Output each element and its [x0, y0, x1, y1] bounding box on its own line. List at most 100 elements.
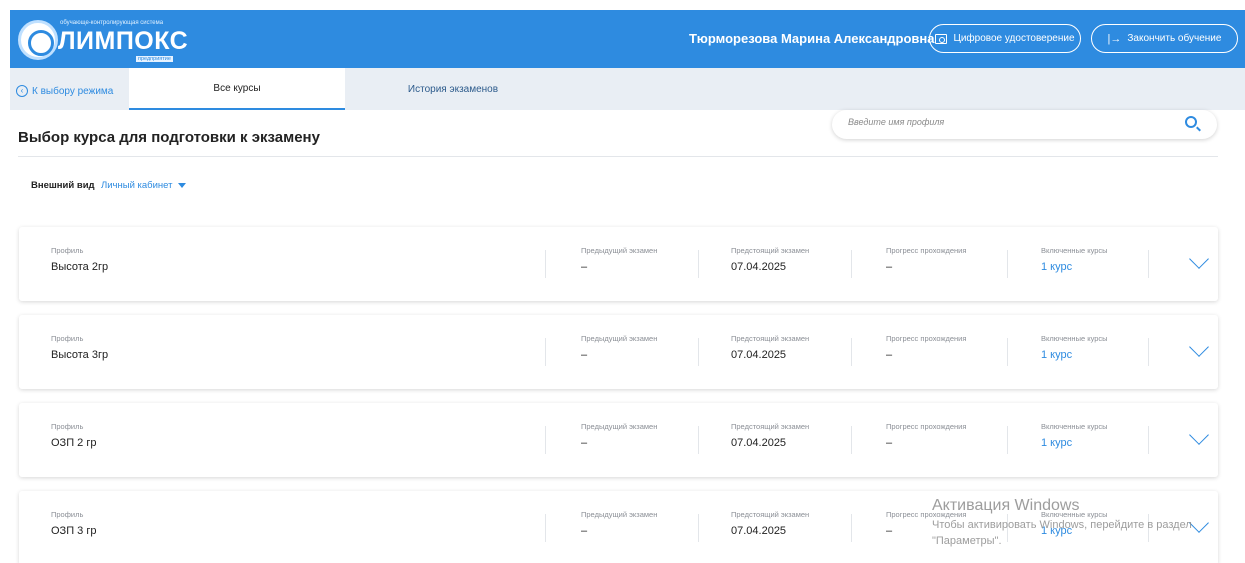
column-divider — [545, 426, 546, 454]
prev-exam-value: – — [581, 261, 588, 273]
courses-label: Включенные курсы — [1041, 334, 1108, 343]
progress-cell: Прогресс прохождения – — [886, 334, 966, 361]
courses-link[interactable]: 1 курс — [1041, 349, 1108, 361]
profile-label: Профиль — [51, 334, 84, 343]
prev-exam-cell: Предыдущий экзамен – — [581, 334, 657, 361]
progress-value: – — [886, 349, 893, 361]
watermark-text: Чтобы активировать Windows, перейдите в … — [932, 519, 1192, 547]
next-exam-cell: Предстоящий экзамен 07.04.2025 — [731, 510, 809, 537]
progress-value: – — [886, 437, 893, 449]
column-divider — [1148, 338, 1149, 366]
column-divider — [698, 250, 699, 278]
prev-exam-label: Предыдущий экзамен — [581, 422, 658, 431]
column-divider — [545, 338, 546, 366]
profile-name: ОЗП 2 гр — [51, 437, 97, 449]
view-label: Внешний вид — [31, 180, 95, 191]
next-exam-label: Предстоящий экзамен — [731, 246, 810, 255]
progress-cell: Прогресс прохождения – — [886, 246, 966, 273]
expand-chevron-icon[interactable] — [1189, 249, 1209, 269]
tab-all-courses[interactable]: Все курсы — [129, 68, 345, 110]
back-to-mode-label: К выбору режима — [32, 85, 114, 97]
profile-name: Высота 2гр — [51, 261, 109, 273]
prev-exam-cell: Предыдущий экзамен – — [581, 246, 657, 273]
next-exam-label: Предстоящий экзамен — [731, 510, 810, 519]
search-icon[interactable] — [1185, 116, 1197, 128]
column-divider — [1007, 426, 1008, 454]
column-divider — [1148, 426, 1149, 454]
column-divider — [698, 338, 699, 366]
progress-label: Прогресс прохождения — [886, 246, 967, 255]
profile-label: Профиль — [51, 422, 84, 431]
profile-name: ОЗП 3 гр — [51, 525, 97, 537]
prev-exam-label: Предыдущий экзамен — [581, 510, 658, 519]
logo-sub: предприятие — [136, 56, 173, 62]
certificate-icon — [935, 33, 948, 44]
column-divider — [698, 426, 699, 454]
page-title: Выбор курса для подготовки к экзамену — [18, 129, 320, 146]
next-exam-value: 07.04.2025 — [731, 525, 787, 537]
digital-certificate-label: Цифровое удостоверение — [953, 33, 1075, 44]
courses-cell: Включенные курсы 1 курс — [1041, 422, 1108, 449]
prev-exam-value: – — [581, 525, 588, 537]
profile-label: Профиль — [51, 510, 84, 519]
column-divider — [851, 426, 852, 454]
windows-activation-watermark: Активация Windows Чтобы активировать Win… — [932, 497, 1222, 549]
column-divider — [851, 514, 852, 542]
column-divider — [1007, 250, 1008, 278]
expand-chevron-icon[interactable] — [1189, 337, 1209, 357]
finish-training-button[interactable]: |→ Закончить обучение — [1091, 24, 1238, 53]
profile-name: Высота 3гр — [51, 349, 109, 361]
courses-cell: Включенные курсы 1 курс — [1041, 246, 1108, 273]
app-logo[interactable]: обучающе-контролирующая система ЛИМПОКС … — [18, 14, 188, 64]
next-exam-value: 07.04.2025 — [731, 437, 787, 449]
next-exam-cell: Предстоящий экзамен 07.04.2025 — [731, 246, 809, 273]
prev-exam-cell: Предыдущий экзамен – — [581, 510, 657, 537]
courses-label: Включенные курсы — [1041, 422, 1108, 431]
next-exam-cell: Предстоящий экзамен 07.04.2025 — [731, 334, 809, 361]
profile-cell: Профиль Высота 3гр — [51, 334, 108, 361]
exit-arrow-icon: |→ — [1107, 32, 1122, 45]
logo-text: ЛИМПОКС — [58, 27, 189, 55]
next-exam-label: Предстоящий экзамен — [731, 334, 810, 343]
courses-link[interactable]: 1 курс — [1041, 261, 1108, 273]
expand-chevron-icon[interactable] — [1189, 425, 1209, 445]
next-exam-cell: Предстоящий экзамен 07.04.2025 — [731, 422, 809, 449]
prev-exam-value: – — [581, 349, 588, 361]
progress-cell: Прогресс прохождения – — [886, 422, 966, 449]
back-to-mode-link[interactable]: ‹ К выбору режима — [16, 85, 113, 97]
column-divider — [545, 250, 546, 278]
progress-label: Прогресс прохождения — [886, 422, 967, 431]
digital-certificate-button[interactable]: Цифровое удостоверение — [929, 24, 1081, 53]
watermark-title: Активация Windows — [932, 497, 1080, 514]
courses-link[interactable]: 1 курс — [1041, 437, 1108, 449]
column-divider — [1007, 338, 1008, 366]
progress-label: Прогресс прохождения — [886, 334, 967, 343]
app-header: обучающе-контролирующая система ЛИМПОКС … — [10, 10, 1245, 68]
progress-value: – — [886, 261, 893, 273]
search-input[interactable] — [848, 117, 1148, 127]
column-divider — [851, 338, 852, 366]
profile-card[interactable]: Профиль Высота 3гр Предыдущий экзамен – … — [19, 315, 1218, 389]
profile-cell: Профиль ОЗП 3 гр — [51, 510, 96, 537]
next-exam-label: Предстоящий экзамен — [731, 422, 810, 431]
column-divider — [851, 250, 852, 278]
profile-card[interactable]: Профиль ОЗП 2 гр Предыдущий экзамен – Пр… — [19, 403, 1218, 477]
next-exam-value: 07.04.2025 — [731, 349, 787, 361]
user-name: Тюрморезова Марина Александровна — [689, 31, 935, 46]
profile-cell: Профиль ОЗП 2 гр — [51, 422, 96, 449]
prev-exam-value: – — [581, 437, 588, 449]
next-exam-value: 07.04.2025 — [731, 261, 787, 273]
column-divider — [698, 514, 699, 542]
prev-exam-label: Предыдущий экзамен — [581, 246, 658, 255]
tab-exam-history[interactable]: История экзаменов — [345, 68, 561, 110]
logo-emblem-icon — [18, 20, 58, 60]
caret-down-icon — [178, 183, 187, 188]
column-divider — [1148, 250, 1149, 278]
courses-label: Включенные курсы — [1041, 246, 1108, 255]
profile-card[interactable]: Профиль Высота 2гр Предыдущий экзамен – … — [19, 227, 1218, 301]
title-divider — [18, 156, 1218, 157]
profile-label: Профиль — [51, 246, 84, 255]
view-select-value: Личный кабинет — [101, 180, 173, 191]
finish-training-label: Закончить обучение — [1127, 33, 1222, 44]
view-select[interactable]: Личный кабинет — [101, 180, 187, 191]
